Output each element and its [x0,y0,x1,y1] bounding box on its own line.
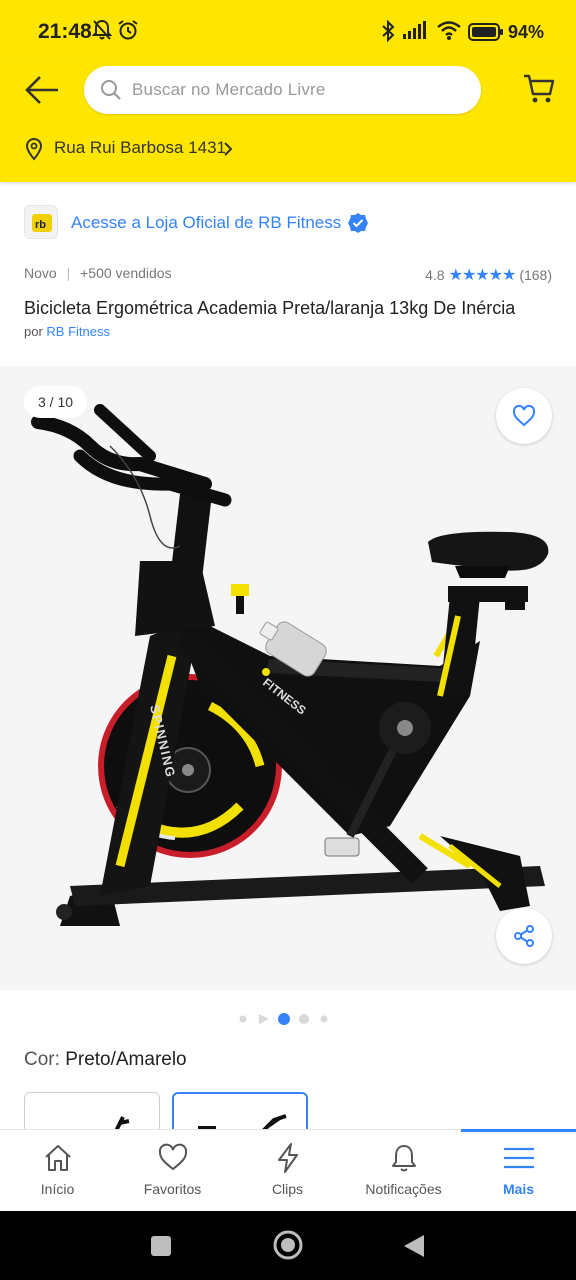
bell-icon [391,1145,416,1172]
video-dot-icon[interactable] [259,1014,269,1024]
cart-icon[interactable] [522,72,556,106]
seller-byline: por RB Fitness [24,324,110,339]
official-store-link[interactable]: Acesse a Loja Oficial de RB Fitness [71,213,341,233]
tab-mais[interactable]: Mais [461,1130,576,1212]
verified-badge-icon [348,213,368,233]
tab-label: Favoritos [143,1181,202,1197]
location-pin-icon [25,138,43,161]
seller-link[interactable]: RB Fitness [46,324,110,339]
bottom-tab-bar: Início Favoritos Clips Notificações Mais [0,1129,576,1211]
share-button[interactable] [496,908,552,964]
tab-inicio[interactable]: Início [0,1130,115,1212]
gallery-pagination [0,1011,576,1027]
image-counter: 3 / 10 [24,386,88,418]
menu-icon [503,1147,534,1169]
store-logo: rb [24,205,58,239]
tab-clips[interactable]: Clips [230,1130,345,1212]
rating-summary[interactable]: 4.8 ★★★★★ (168) [425,265,552,285]
tab-favoritos[interactable]: Favoritos [115,1130,230,1212]
share-icon [514,925,534,947]
color-selected-value: Preto/Amarelo [65,1049,187,1070]
notifications-off-icon [92,19,112,40]
chevron-right-icon [224,142,233,156]
home-icon [44,1145,71,1171]
condition-text: Novo [24,265,57,281]
recent-apps-icon[interactable] [150,1235,172,1257]
wifi-icon [437,21,461,40]
home-button-icon[interactable] [272,1229,304,1261]
battery-percent: 94% [508,22,545,42]
tab-label: Início [40,1181,75,1197]
by-prefix: por [24,324,43,339]
sold-count: +500 vendidos [80,265,172,281]
color-label: Cor: Preto/Amarelo [24,1049,187,1071]
tab-notificacoes[interactable]: Notificações [346,1130,461,1212]
bluetooth-icon [382,19,395,43]
rating-value: 4.8 [425,267,445,283]
search-placeholder: Buscar no Mercado Livre [132,80,326,99]
review-count: (168) [519,267,552,283]
page-dot[interactable] [239,1015,247,1023]
product-title: Bicicleta Ergométrica Academia Preta/lar… [24,298,516,318]
delivery-address[interactable]: Rua Rui Barbosa 1431 [54,138,226,158]
product-meta: Novo | +500 vendidos [24,265,172,281]
lightning-icon [277,1143,298,1173]
rating-stars: ★★★★★ [448,267,517,284]
favorite-button[interactable] [496,388,552,444]
tab-label: Notificações [365,1181,442,1197]
svg-text:rb: rb [35,219,46,231]
meta-separator: | [66,265,71,281]
status-time: 21:48 [38,20,92,43]
tab-label: Mais [502,1181,535,1197]
page-dot[interactable] [299,1014,309,1024]
color-label-prefix: Cor: [24,1049,60,1070]
page-dot-active[interactable] [278,1013,290,1025]
system-navigation-bar [0,1211,576,1280]
product-image-gallery[interactable]: SPINNING FITNESS 3 / 10 [0,366,576,990]
alarm-icon [118,20,138,40]
page-dot[interactable] [320,1015,328,1023]
status-bar: 21:48 94% [0,0,576,64]
battery-icon [468,23,503,41]
tab-label: Clips [271,1181,304,1197]
back-arrow-icon[interactable] [24,74,60,106]
search-bar[interactable]: Buscar no Mercado Livre [84,66,481,114]
signal-icon [403,21,426,39]
search-icon [101,80,121,100]
product-image: SPINNING FITNESS [31,404,549,926]
app-header: Buscar no Mercado Livre Rua Rui Barbosa … [0,64,576,182]
back-button-icon[interactable] [402,1233,426,1259]
heart-icon [512,405,536,427]
heart-icon [158,1143,187,1171]
